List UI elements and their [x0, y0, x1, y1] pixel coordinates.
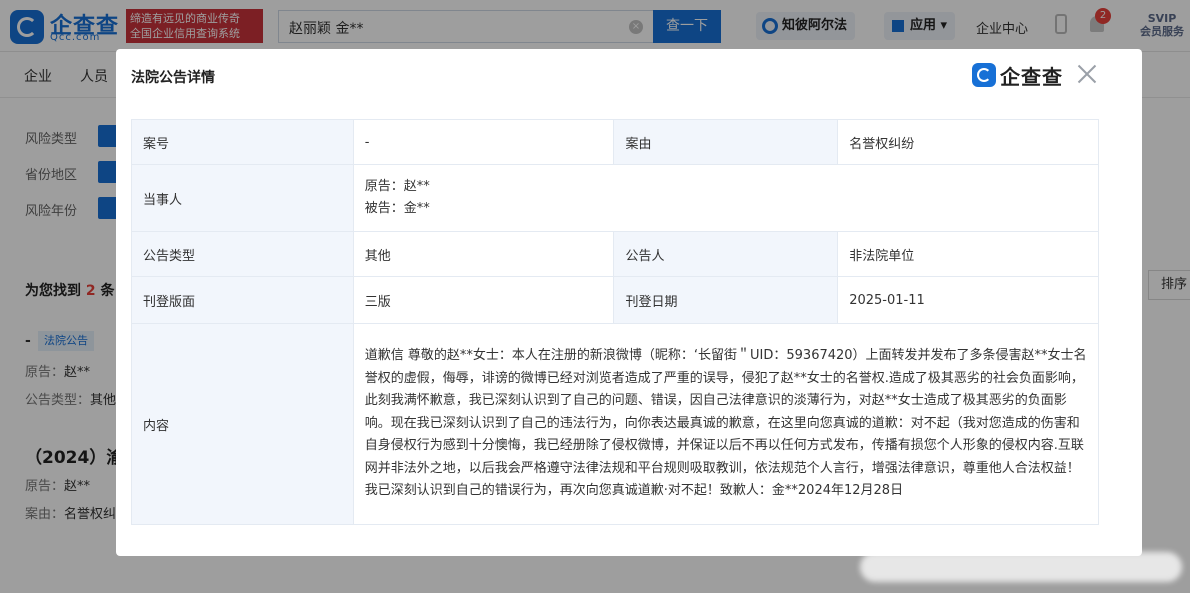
- party-label: 当事人: [131, 164, 354, 232]
- date-label: 刊登日期: [613, 276, 839, 324]
- page-value: 三版: [352, 276, 615, 324]
- party-value: 原告：赵** 被告：金**: [352, 164, 1100, 232]
- defendant-text[interactable]: 被告：金**: [365, 198, 1087, 220]
- table-row: 刊登版面 三版 刊登日期 2025-01-11: [131, 276, 1099, 324]
- case-no-label: 案号: [131, 119, 354, 165]
- notice-type-value: 其他: [352, 231, 615, 277]
- modal-logo-text: 企查查: [1000, 65, 1063, 89]
- qcc-logo-icon: [972, 63, 996, 87]
- modal-title: 法院公告详情: [131, 70, 215, 86]
- notice-detail-table: 案号 - 案由 名誉权纠纷 当事人 原告：赵** 被告：金** 公告类型 其他 …: [131, 119, 1100, 525]
- cause-value: 名誉权纠纷: [837, 119, 1099, 165]
- case-no-value: -: [352, 119, 615, 165]
- content-label: 内容: [131, 323, 354, 525]
- content-text: 道歉信 尊敬的赵**女士：本人在注册的新浪微博（昵称：‘长留街＂UID：5936…: [364, 348, 1087, 499]
- table-row: 当事人 原告：赵** 被告：金**: [131, 164, 1100, 232]
- table-row: 案号 - 案由 名誉权纠纷: [131, 119, 1099, 165]
- court-notice-modal: 法院公告详情 企查查 案号 - 案由 名誉权纠纷 当事人 原告：赵** 被告：金…: [116, 49, 1142, 556]
- cause-label: 案由: [613, 119, 839, 165]
- close-icon[interactable]: [1076, 63, 1098, 85]
- page-label: 刊登版面: [131, 276, 354, 324]
- announcer-label: 公告人: [613, 231, 839, 277]
- table-row: 公告类型 其他 公告人 非法院单位: [131, 231, 1099, 277]
- announcer-value: 非法院单位: [837, 231, 1099, 277]
- date-value: 2025-01-11: [837, 276, 1099, 324]
- blurred-watermark: [860, 552, 1182, 582]
- plaintiff-text[interactable]: 原告：赵**: [365, 176, 1087, 198]
- notice-type-label: 公告类型: [131, 231, 354, 277]
- content-cell: 道歉信 尊敬的赵**女士：本人在注册的新浪微博（昵称：‘长留街＂UID：5936…: [352, 323, 1100, 525]
- table-row: 内容 道歉信 尊敬的赵**女士：本人在注册的新浪微博（昵称：‘长留街＂UID：5…: [131, 323, 1100, 525]
